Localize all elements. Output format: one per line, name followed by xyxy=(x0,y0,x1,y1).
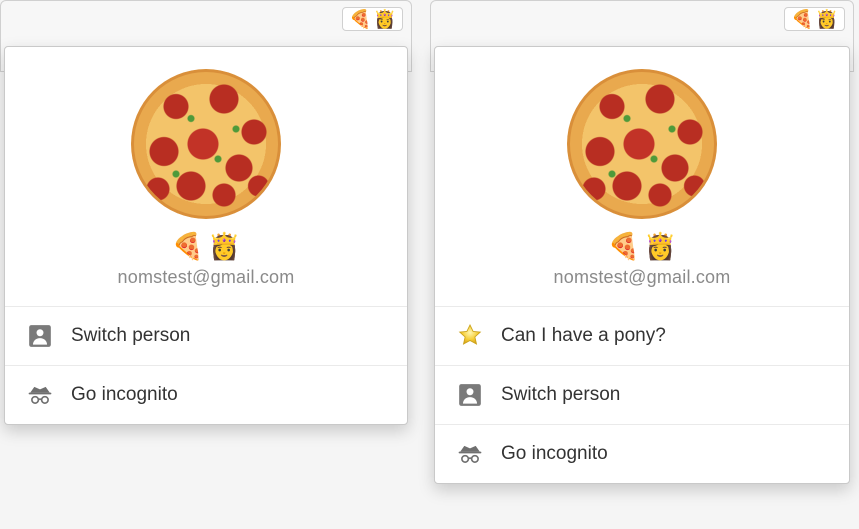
princess-emoji: 👸 xyxy=(208,233,240,259)
profile-name: 🍕 👸 xyxy=(172,233,241,259)
menu-item-label: Go incognito xyxy=(501,443,608,465)
pizza-emoji: 🍕 xyxy=(608,233,640,259)
menu-item-pony[interactable]: Can I have a pony? xyxy=(435,307,849,366)
profile-menu: 🍕 👸 nomstest@gmail.com Switch person xyxy=(4,46,408,425)
menu-item-label: Switch person xyxy=(71,325,190,347)
menu-item-label: Go incognito xyxy=(71,384,178,406)
pizza-emoji: 🍕 xyxy=(349,10,371,28)
profile-name: 🍕 👸 xyxy=(608,233,677,259)
star-icon xyxy=(457,323,483,349)
person-icon xyxy=(27,323,53,349)
menu-item-go-incognito[interactable]: Go incognito xyxy=(5,366,407,424)
avatar-button[interactable]: 🍕 👸 xyxy=(342,7,403,31)
profile-header: 🍕 👸 nomstest@gmail.com xyxy=(435,47,849,307)
pizza-emoji: 🍕 xyxy=(172,233,204,259)
princess-emoji: 👸 xyxy=(374,10,396,28)
avatar-button[interactable]: 🍕 👸 xyxy=(784,7,845,31)
profile-menu: 🍕 👸 nomstest@gmail.com C xyxy=(434,46,850,484)
princess-emoji: 👸 xyxy=(816,10,838,28)
menu-item-label: Can I have a pony? xyxy=(501,325,666,347)
profile-header: 🍕 👸 nomstest@gmail.com xyxy=(5,47,407,307)
avatar-image xyxy=(131,69,281,219)
incognito-icon xyxy=(457,441,483,467)
profile-email: nomstest@gmail.com xyxy=(554,267,731,288)
incognito-icon xyxy=(27,382,53,408)
pizza-emoji: 🍕 xyxy=(791,10,813,28)
princess-emoji: 👸 xyxy=(644,233,676,259)
menu-item-label: Switch person xyxy=(501,384,620,406)
menu-item-go-incognito[interactable]: Go incognito xyxy=(435,425,849,483)
profile-email: nomstest@gmail.com xyxy=(118,267,295,288)
menu-item-switch-person[interactable]: Switch person xyxy=(5,307,407,366)
person-icon xyxy=(457,382,483,408)
menu-item-switch-person[interactable]: Switch person xyxy=(435,366,849,425)
avatar-image xyxy=(567,69,717,219)
